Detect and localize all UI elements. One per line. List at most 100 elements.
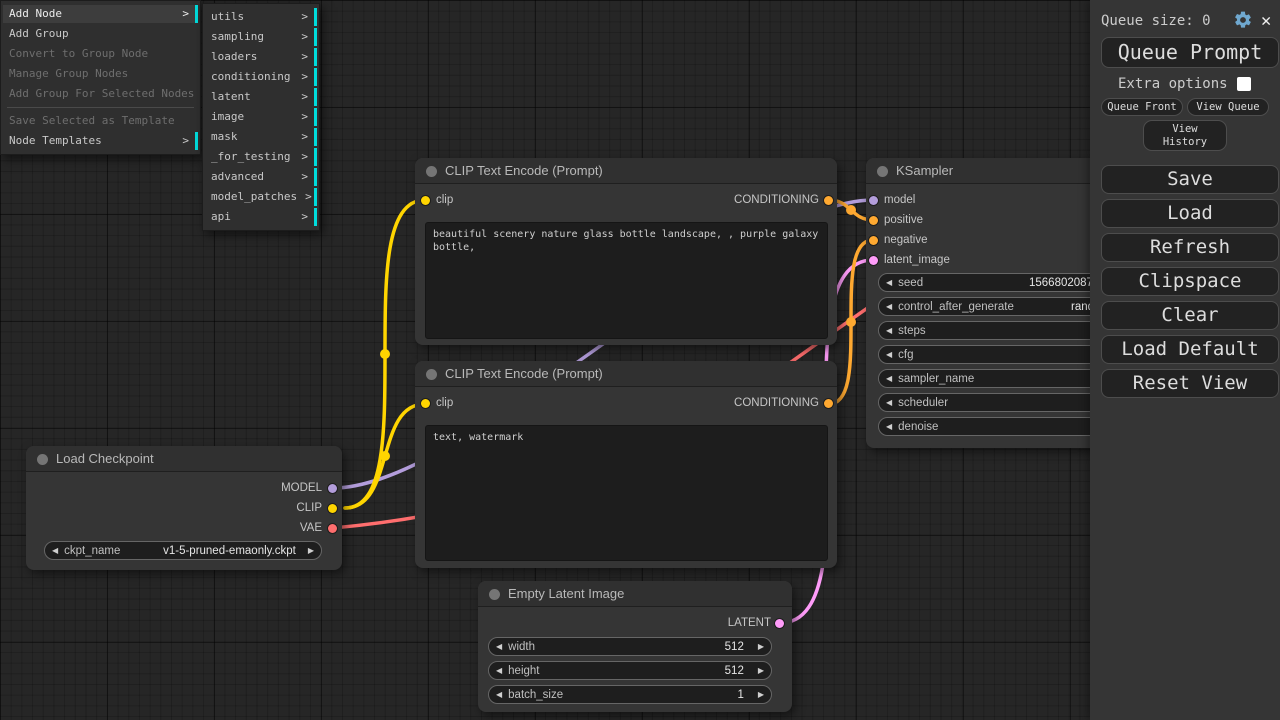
submenu-item-image[interactable]: image > [205,108,317,126]
input-port-positive[interactable] [869,216,878,225]
load-default-button[interactable]: Load Default [1101,335,1279,364]
extra-options-checkbox[interactable] [1237,77,1251,91]
node-title-bar[interactable]: Load Checkpoint [26,446,342,472]
collapse-dot-icon[interactable] [426,369,437,380]
save-button[interactable]: Save [1101,165,1279,194]
node-title-bar[interactable]: CLIP Text Encode (Prompt) [415,158,837,184]
input-port-clip[interactable] [421,399,430,408]
submenu-arrow-icon: > [301,128,308,146]
decrement-arrow-icon[interactable]: ◀ [886,370,892,387]
clipspace-button[interactable]: Clipspace [1101,267,1279,296]
link-midpoint-dot [846,317,856,327]
ckpt-name-combo[interactable]: ◀ ckpt_name v1-5-pruned-emaonly.ckpt ▶ [44,541,322,560]
widget-label: sampler_name [898,373,974,385]
submenu-item-advanced[interactable]: advanced > [205,168,317,186]
input-port-clip[interactable] [421,196,430,205]
menu-item-add-group[interactable]: Add Group [3,25,198,43]
submenu-item-mask[interactable]: mask > [205,128,317,146]
increment-arrow-icon[interactable]: ▶ [758,662,764,679]
node-clip-text-encode-negative: CLIP Text Encode (Prompt) clip CONDITION… [415,361,837,568]
submenu-arrow-icon: > [301,88,308,106]
decrement-arrow-icon[interactable]: ◀ [886,274,892,291]
submenu-item-loaders[interactable]: loaders > [205,48,317,66]
refresh-button[interactable]: Refresh [1101,233,1279,262]
submenu-item-api[interactable]: api > [205,208,317,226]
submenu-item-utils[interactable]: utils > [205,8,317,26]
node-clip-text-encode-positive: CLIP Text Encode (Prompt) clip CONDITION… [415,158,837,345]
output-label-conditioning: CONDITIONING [679,395,819,411]
menu-item-label: Node Templates [9,132,102,150]
submenu-arrow-icon: > [305,188,312,206]
collapse-dot-icon[interactable] [426,166,437,177]
prompt-textarea[interactable]: text, watermark [425,425,828,561]
prompt-textarea[interactable]: beautiful scenery nature glass bottle la… [425,222,828,339]
increment-arrow-icon[interactable]: ▶ [758,686,764,703]
output-port-conditioning[interactable] [824,399,833,408]
add-node-submenu: utils > sampling > loaders > conditionin… [202,3,320,231]
output-port-latent[interactable] [775,619,784,628]
submenu-item-for-testing[interactable]: _for_testing > [205,148,317,166]
input-port-model[interactable] [869,196,878,205]
menu-item-label: loaders [211,48,257,66]
output-port-model[interactable] [328,484,337,493]
submenu-item-sampling[interactable]: sampling > [205,28,317,46]
output-label-model: MODEL [202,480,322,496]
decrement-arrow-icon[interactable]: ◀ [496,638,502,655]
width-widget[interactable]: ◀ width 512 ▶ [488,637,772,656]
menu-item-label: Add Group For Selected Nodes [9,85,194,103]
decrement-arrow-icon[interactable]: ◀ [496,686,502,703]
submenu-item-model-patches[interactable]: model_patches > [205,188,317,206]
decrement-arrow-icon[interactable]: ◀ [886,298,892,315]
node-title-bar[interactable]: Empty Latent Image [478,581,792,607]
increment-arrow-icon[interactable]: ▶ [758,638,764,655]
view-history-button[interactable]: View History [1143,120,1227,151]
input-port-latent-image[interactable] [869,256,878,265]
menu-item-add-node[interactable]: Add Node > [3,5,198,23]
extra-options-row: Extra options [1090,76,1280,94]
menu-item-label: Manage Group Nodes [9,65,128,83]
input-port-negative[interactable] [869,236,878,245]
output-port-vae[interactable] [328,524,337,533]
queue-prompt-button[interactable]: Queue Prompt [1101,37,1279,68]
collapse-dot-icon[interactable] [489,589,500,600]
node-load-checkpoint: Load Checkpoint MODEL CLIP VAE ◀ ckpt_na… [26,446,342,570]
menu-item-label: sampling [211,28,264,46]
decrement-arrow-icon[interactable]: ◀ [496,662,502,679]
batch-size-widget[interactable]: ◀ batch_size 1 ▶ [488,685,772,704]
submenu-arrow-icon: > [301,28,308,46]
decrement-arrow-icon[interactable]: ◀ [52,542,58,559]
menu-item-label: model_patches [211,188,297,206]
input-label-positive: positive [884,212,923,228]
reset-view-button[interactable]: Reset View [1101,369,1279,398]
submenu-item-conditioning[interactable]: conditioning > [205,68,317,86]
increment-arrow-icon[interactable]: ▶ [308,542,314,559]
menu-item-node-templates[interactable]: Node Templates > [3,132,198,150]
decrement-arrow-icon[interactable]: ◀ [886,322,892,339]
submenu-arrow-icon: > [301,168,308,186]
load-button[interactable]: Load [1101,199,1279,228]
queue-front-button[interactable]: Queue Front [1101,98,1183,116]
output-port-clip[interactable] [328,504,337,513]
view-queue-button[interactable]: View Queue [1187,98,1269,116]
submenu-arrow-icon: > [301,68,308,86]
node-title: CLIP Text Encode (Prompt) [445,158,603,184]
link-midpoint-dot [846,205,856,215]
collapse-dot-icon[interactable] [37,454,48,465]
decrement-arrow-icon[interactable]: ◀ [886,394,892,411]
link-midpoint-dot [380,451,390,461]
close-icon[interactable]: ✕ [1261,10,1271,32]
settings-gear-icon[interactable] [1233,10,1253,30]
decrement-arrow-icon[interactable]: ◀ [886,346,892,363]
node-title-bar[interactable]: CLIP Text Encode (Prompt) [415,361,837,387]
node-empty-latent-image: Empty Latent Image LATENT ◀ width 512 ▶ … [478,581,792,712]
output-label-latent: LATENT [651,615,771,631]
submenu-item-latent[interactable]: latent > [205,88,317,106]
widget-label: scheduler [898,397,948,409]
output-label-clip: CLIP [202,500,322,516]
decrement-arrow-icon[interactable]: ◀ [886,418,892,435]
clear-button[interactable]: Clear [1101,301,1279,330]
output-port-conditioning[interactable] [824,196,833,205]
menu-item-label: Add Group [9,25,69,43]
height-widget[interactable]: ◀ height 512 ▶ [488,661,772,680]
collapse-dot-icon[interactable] [877,166,888,177]
